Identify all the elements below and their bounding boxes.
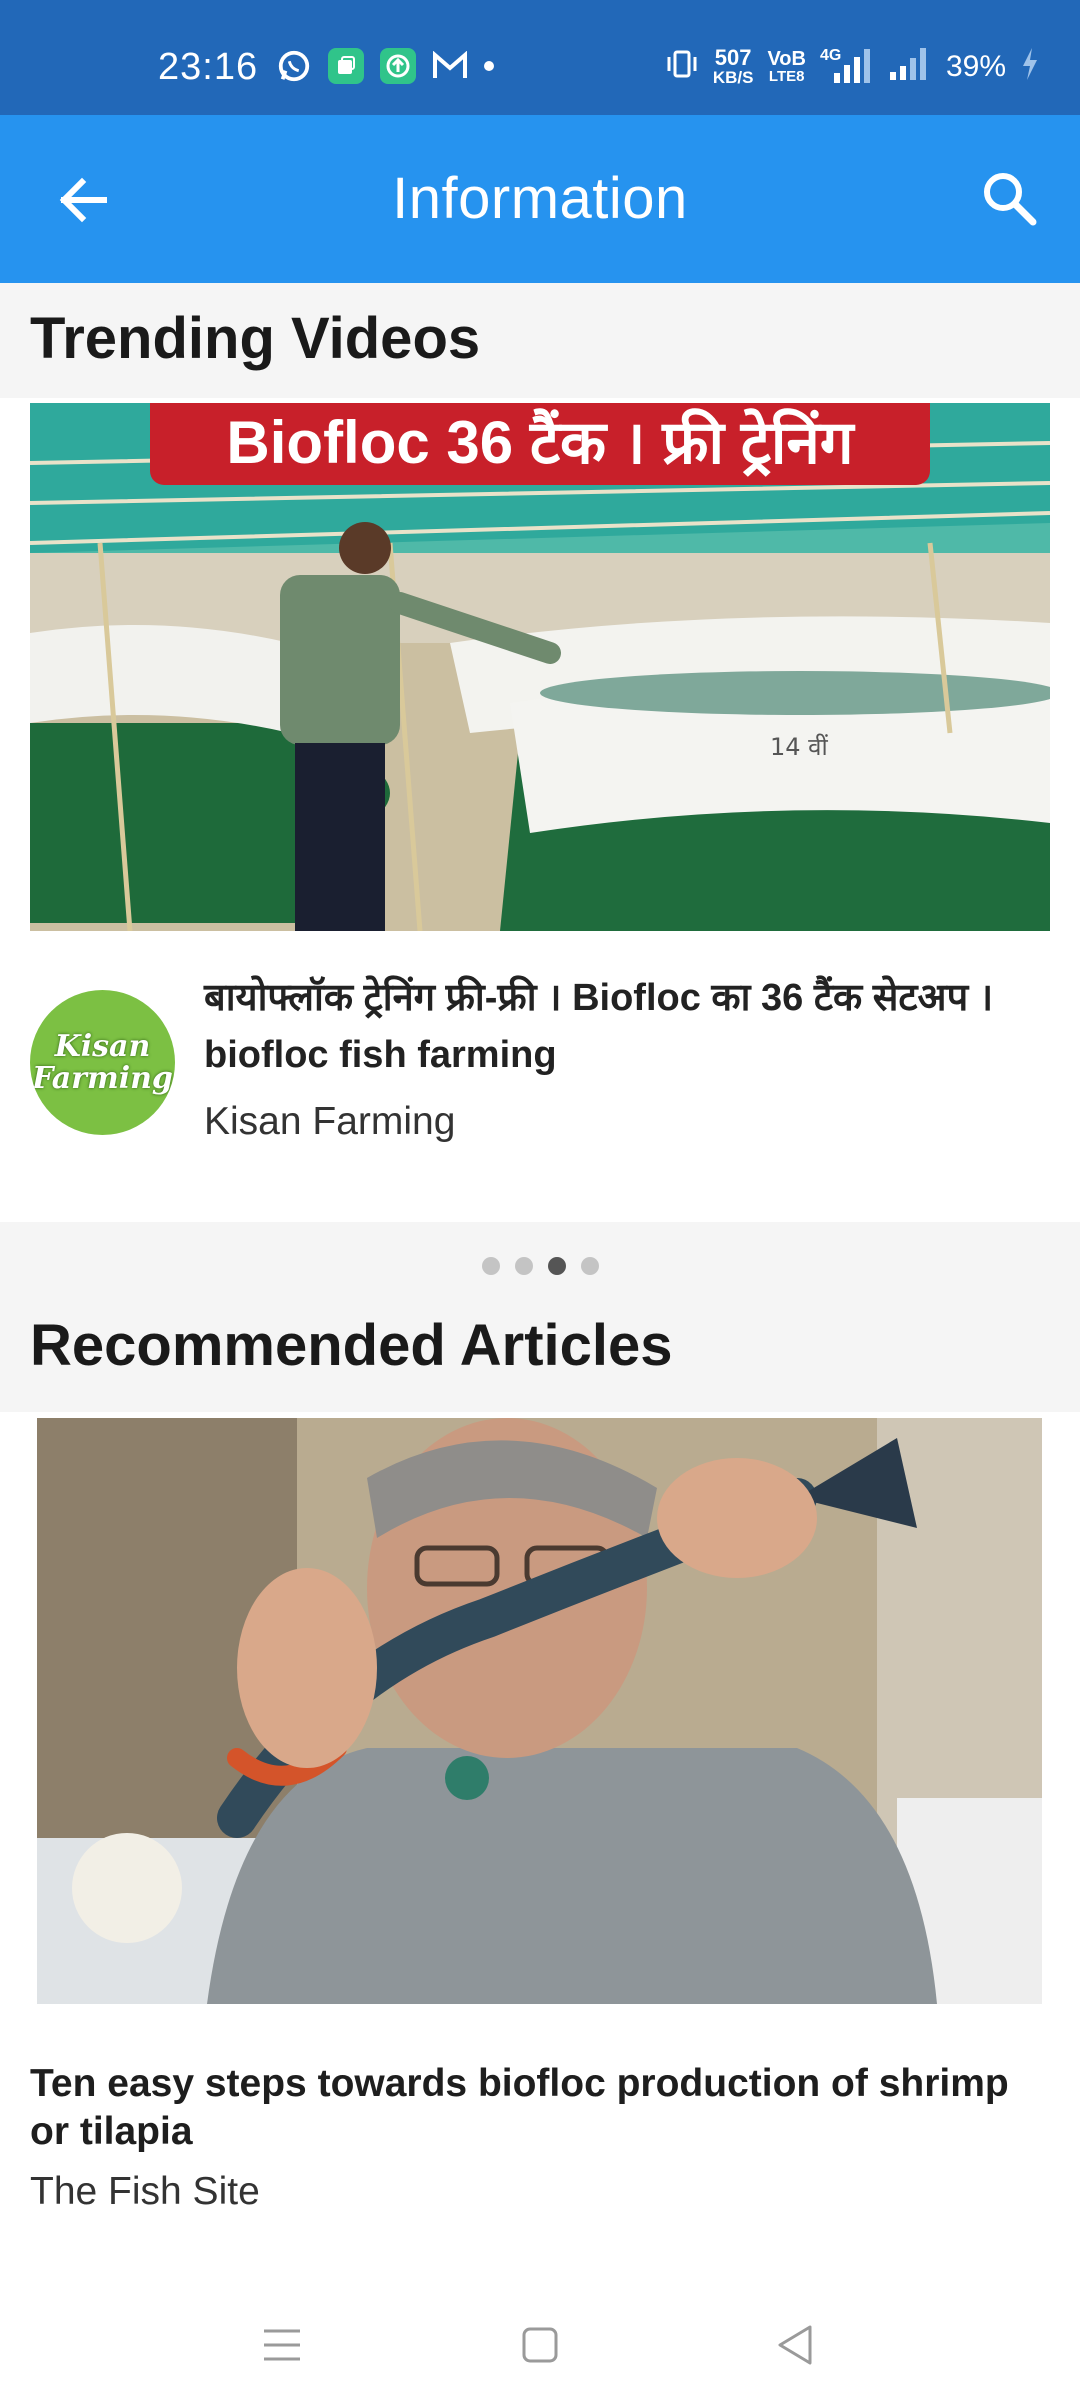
search-button[interactable] <box>974 163 1044 233</box>
carousel-dot[interactable] <box>580 1257 599 1275</box>
status-bar: 23:16 507 KB/S VoB LTE8 4G 39% <box>0 0 1080 115</box>
app-bar: Information <box>0 115 1080 283</box>
notification-icons <box>276 48 494 84</box>
shrimp-photo <box>37 1418 1042 2004</box>
article-thumbnail[interactable] <box>37 1418 1042 2004</box>
system-nav-bar <box>0 2290 1080 2400</box>
home-button[interactable] <box>495 2310 585 2380</box>
avatar-text-line2: Farming <box>32 1060 173 1096</box>
trending-videos-heading: Trending Videos <box>30 306 481 371</box>
carousel-indicator[interactable] <box>0 1257 1080 1275</box>
network-speed-unit: KB/S <box>712 68 754 87</box>
system-indicators: 507 KB/S VoB LTE8 4G 39% <box>665 44 1040 89</box>
gmail-icon <box>432 48 468 84</box>
back-nav-button[interactable] <box>750 2310 840 2380</box>
page-title: Information <box>392 166 688 231</box>
whatsapp-icon <box>276 48 312 84</box>
search-icon <box>984 173 1037 226</box>
carousel-dot[interactable] <box>481 1257 500 1275</box>
back-triangle-icon <box>778 2325 812 2365</box>
video-channel-name: Kisan Farming <box>204 1100 456 1143</box>
menu-icon <box>264 2329 300 2361</box>
signal-sim2-icon <box>888 44 932 89</box>
carousel-pager-area: Recommended Articles <box>0 1222 1080 1412</box>
network-speed-value: 507 <box>714 45 752 70</box>
battery-percentage: 39% <box>945 49 1006 83</box>
more-notifications-dot <box>484 61 494 71</box>
clock: 23:16 <box>158 46 259 88</box>
app-square-icon <box>328 48 364 84</box>
volte-bottom: LTE8 <box>768 67 805 85</box>
tank-label: 14 वीं <box>770 733 829 761</box>
video-thumbnail[interactable]: 14 वीं Biofloc 36 टैंक । फ्री ट्रेनिंग <box>30 403 1050 931</box>
menu-button[interactable] <box>237 2310 327 2380</box>
carousel-dot-active[interactable] <box>547 1257 566 1275</box>
recommended-articles-heading: Recommended Articles <box>30 1313 673 1378</box>
video-title[interactable]: बायोफ्लॉक ट्रेनिंग फ्री-फ्री । Biofloc क… <box>204 970 1034 1084</box>
avatar-text-line1: Kisan <box>54 1028 151 1064</box>
upload-app-icon <box>380 48 416 84</box>
signal-4g-icon: 4G <box>820 47 874 87</box>
volte-top: VoB <box>767 47 806 70</box>
article-title[interactable]: Ten easy steps towards biofloc productio… <box>30 2060 1050 2156</box>
vibrate-icon <box>665 47 699 86</box>
charging-icon <box>1020 46 1040 87</box>
volte-indicator: VoB LTE8 <box>767 49 806 85</box>
network-speed: 507 KB/S <box>712 45 754 87</box>
trending-videos-header: Trending Videos <box>0 283 1080 398</box>
channel-avatar[interactable]: Kisan Farming <box>30 990 175 1135</box>
home-square-icon <box>522 2327 558 2363</box>
carousel-dot[interactable] <box>514 1257 533 1275</box>
article-source: The Fish Site <box>30 2170 260 2213</box>
thumbnail-banner: Biofloc 36 टैंक । फ्री ट्रेनिंग <box>150 403 930 485</box>
